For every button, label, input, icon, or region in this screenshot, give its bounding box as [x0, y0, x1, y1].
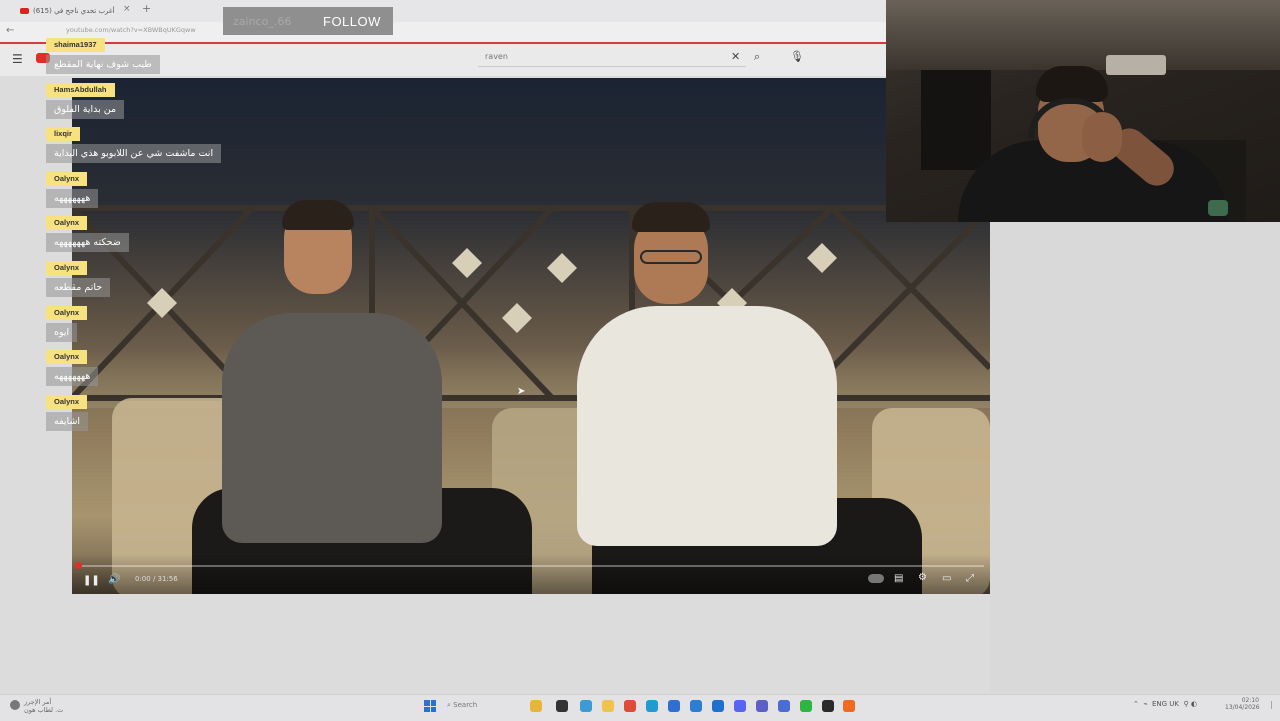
browser-tab[interactable]: (615) أغرب تحدي ناجح في: [20, 3, 138, 19]
chat-username: Oalynx: [46, 350, 88, 364]
taskbar-search[interactable]: ⌕ Search: [447, 701, 477, 710]
settings-icon[interactable]: [778, 700, 790, 712]
weather-widget[interactable]: أمر الإجرز ت. لطاب هون: [24, 698, 84, 714]
player-controls-bar: [72, 554, 990, 594]
chat-username: Oalynx: [46, 216, 88, 230]
terminal-icon[interactable]: [556, 700, 568, 712]
balcony-railing: [72, 205, 990, 401]
chat-username: lixqir: [46, 127, 80, 141]
hamburger-menu-icon[interactable]: ☰: [12, 52, 23, 66]
chat-text: اشايفه: [46, 412, 89, 431]
person-right-hair: [632, 202, 710, 232]
person-right-glasses: [640, 250, 702, 264]
weather-line-2: ت. لطاب هون: [24, 706, 64, 714]
mail-icon[interactable]: [690, 700, 702, 712]
youtube-favicon-icon: [20, 8, 29, 14]
chat-text: هههههههه: [46, 367, 99, 386]
back-arrow-icon[interactable]: ←: [6, 25, 14, 36]
file-explorer-icon[interactable]: [530, 700, 542, 712]
follow-label: FOLLOW: [323, 13, 381, 29]
language-indicator[interactable]: ENG UK: [1152, 700, 1179, 708]
streamer-hand: [1082, 112, 1122, 162]
system-tray[interactable]: ⌃ ⌁ ENG UK ⚲ ◐: [1133, 700, 1197, 708]
onedrive-icon[interactable]: [712, 700, 724, 712]
chat-text: انت ماشفت شي عن اللابوبو هذي البداية: [46, 144, 222, 163]
mouse-cursor-icon: ➤: [517, 386, 526, 397]
search-clear-icon[interactable]: ✕: [731, 50, 740, 63]
chat-message: Oalynx ضحكته هههههههه: [46, 210, 129, 252]
follow-username: zainco_.66: [233, 14, 292, 28]
store-icon[interactable]: [668, 700, 680, 712]
chat-username: HamsAbdullah: [46, 83, 115, 97]
chat-message: HamsAbdullah من بداية الفلوق: [46, 77, 125, 119]
desk-light: [1208, 200, 1228, 216]
chat-message: Oalynx ايوه: [46, 300, 88, 342]
chat-message: lixqir انت ماشفت شي عن اللابوبو هذي البدا…: [46, 121, 222, 163]
search-input-value[interactable]: raven: [485, 52, 508, 61]
streamer-hair: [1036, 66, 1108, 102]
chat-username: Oalynx: [46, 395, 88, 409]
search-input[interactable]: [478, 48, 746, 67]
edge-icon[interactable]: [646, 700, 658, 712]
subtitles-icon[interactable]: ▤: [894, 573, 903, 584]
teams-icon[interactable]: [756, 700, 768, 712]
time-display: 0:00 / 31:56: [135, 575, 178, 583]
person-left-hair: [282, 200, 354, 230]
chat-username: Oalynx: [46, 172, 88, 186]
empty-side-panel: [990, 222, 1280, 694]
progress-scrubber[interactable]: [75, 562, 82, 569]
chat-username: Oalynx: [46, 261, 88, 275]
windows-taskbar: [0, 694, 1280, 721]
progress-bar[interactable]: [78, 565, 984, 567]
chat-message: Oalynx حاتم مقطعه: [46, 255, 111, 297]
webcam-feed: [886, 0, 1280, 222]
whatsapp-icon[interactable]: [800, 700, 812, 712]
taskbar-clock[interactable]: 02:10 13/04/2026: [1225, 697, 1260, 711]
browser-tab-title: (615) أغرب تحدي ناجح في: [33, 7, 115, 15]
autoplay-toggle[interactable]: [868, 574, 884, 583]
weather-widget-icon[interactable]: [10, 700, 20, 710]
person-left-shirt: [222, 313, 442, 543]
fullscreen-icon[interactable]: ⤢: [966, 573, 974, 584]
weather-line-1: أمر الإجرز: [24, 698, 52, 706]
brave-icon[interactable]: [843, 700, 855, 712]
room-ceiling: [886, 0, 1280, 70]
settings-gear-icon[interactable]: ⚙: [918, 572, 927, 583]
show-desktop-button[interactable]: |: [1270, 700, 1273, 709]
chat-message: Oalynx هههههههه: [46, 166, 99, 208]
clock-date: 13/04/2026: [1225, 704, 1260, 711]
folder-icon[interactable]: [602, 700, 614, 712]
chat-message: shaima1937 طيب شوف نهاية المقطع: [46, 32, 160, 74]
chat-message: Oalynx اشايفه: [46, 389, 89, 431]
chat-username: shaima1937: [46, 38, 105, 52]
follow-alert: zainco_.66 FOLLOW: [223, 7, 393, 35]
chat-text: هههههههه: [46, 189, 99, 208]
windows-start-icon[interactable]: [424, 700, 436, 712]
chat-text: حاتم مقطعه: [46, 278, 111, 297]
chat-text: ضحكته هههههههه: [46, 233, 129, 252]
obs-icon[interactable]: [822, 700, 834, 712]
person-right-shirt: [577, 306, 837, 546]
air-conditioner: [1106, 55, 1166, 75]
taskbar-search-placeholder: Search: [453, 701, 478, 709]
chat-text: ايوه: [46, 323, 78, 342]
clock-time: 02:10: [1241, 697, 1259, 704]
chat-text: من بداية الفلوق: [46, 100, 125, 119]
room-door: [921, 70, 991, 170]
pause-icon[interactable]: ❚❚: [83, 575, 100, 586]
theater-mode-icon[interactable]: ▭: [942, 573, 951, 584]
search-icon[interactable]: ⌕: [754, 50, 760, 64]
tab-close-icon[interactable]: ×: [123, 4, 131, 14]
volume-icon[interactable]: 🔊: [108, 574, 120, 585]
chat-message: Oalynx هههههههه: [46, 344, 99, 386]
chat-text: طيب شوف نهاية المقطع: [46, 55, 160, 74]
photos-icon[interactable]: [580, 700, 592, 712]
chrome-icon[interactable]: [624, 700, 636, 712]
chat-username: Oalynx: [46, 306, 88, 320]
microphone-icon[interactable]: 🎙: [790, 50, 804, 63]
discord-icon[interactable]: [734, 700, 746, 712]
new-tab-button[interactable]: +: [142, 2, 151, 15]
